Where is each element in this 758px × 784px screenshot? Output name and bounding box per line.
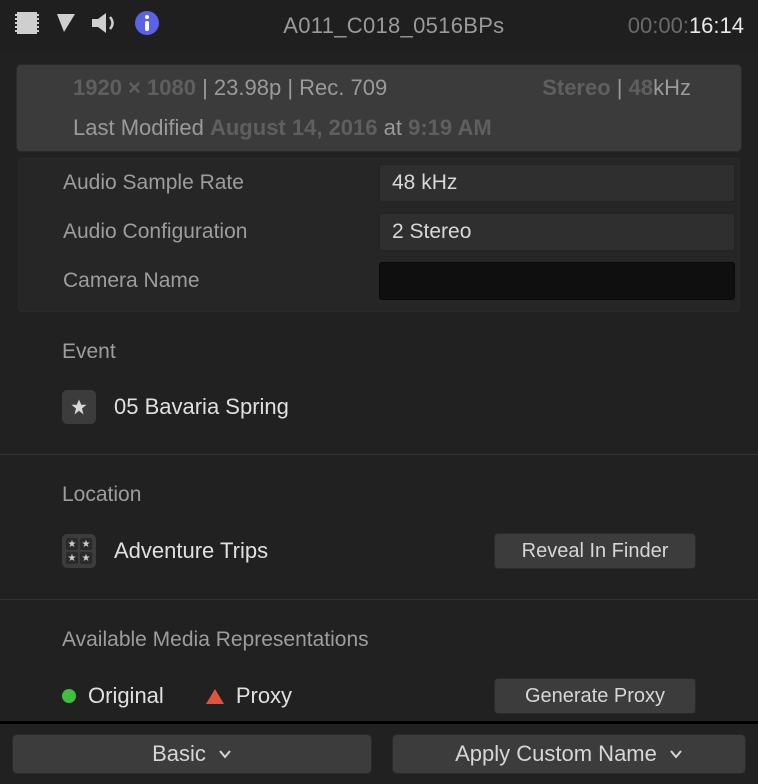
row-camera-name: Camera Name bbox=[19, 257, 739, 305]
event-name: 05 Bavaria Spring bbox=[114, 394, 289, 420]
inspector-topbar: A011_C018_0516BPs 00:00:16:14 bbox=[0, 0, 758, 52]
row-audio-config: Audio Configuration 2 Stereo bbox=[19, 208, 739, 257]
chevron-down-icon bbox=[218, 749, 232, 759]
summary-framerate: 23.98p bbox=[214, 75, 281, 100]
location-title: Location bbox=[62, 483, 696, 507]
input-camera-name[interactable] bbox=[379, 262, 735, 300]
label-audio-sample-rate: Audio Sample Rate bbox=[19, 159, 379, 207]
info-tab-icon[interactable] bbox=[134, 10, 160, 42]
event-row: 05 Bavaria Spring bbox=[62, 390, 289, 424]
event-star-icon bbox=[62, 390, 96, 424]
original-label: Original bbox=[88, 683, 164, 709]
property-list: Audio Sample Rate 48 kHz Audio Configura… bbox=[18, 158, 740, 312]
section-location: Location ★★★★ Adventure Trips Reveal In … bbox=[0, 455, 758, 600]
summary-resolution: 1920 × 1080 bbox=[73, 75, 196, 100]
location-name: Adventure Trips bbox=[114, 538, 268, 564]
chevron-down-icon bbox=[669, 749, 683, 759]
summary-audio-mode: Stereo bbox=[542, 75, 610, 100]
timecode-dim: 00:00: bbox=[628, 13, 689, 38]
label-camera-name: Camera Name bbox=[19, 257, 379, 305]
summary-audio-rate: 48 bbox=[629, 75, 653, 100]
summary-audio-unit: kHz bbox=[653, 75, 691, 100]
event-title: Event bbox=[62, 340, 696, 364]
generate-proxy-button[interactable]: Generate Proxy bbox=[494, 678, 696, 714]
value-audio-sample-rate[interactable]: 48 kHz bbox=[379, 164, 735, 202]
label-audio-config: Audio Configuration bbox=[19, 208, 379, 256]
metadata-view-label: Basic bbox=[152, 741, 206, 767]
inspector-bottombar: Basic Apply Custom Name bbox=[0, 721, 758, 784]
timecode-bright: 16:14 bbox=[689, 13, 744, 38]
summary-format-left: 1920 × 1080 | 23.98p | Rec. 709 bbox=[73, 75, 387, 101]
proxy-status-icon bbox=[206, 689, 224, 704]
video-tab-icon[interactable] bbox=[14, 12, 40, 40]
clip-name: A011_C018_0516BPs bbox=[160, 13, 628, 39]
apply-custom-name-dropdown[interactable]: Apply Custom Name bbox=[392, 734, 746, 774]
section-event: Event 05 Bavaria Spring bbox=[0, 312, 758, 455]
audio-tab-icon[interactable] bbox=[92, 11, 120, 41]
summary-format-row: 1920 × 1080 | 23.98p | Rec. 709 Stereo |… bbox=[17, 65, 741, 111]
media-status-line: Original Proxy bbox=[62, 683, 292, 709]
timecode-display: 00:00:16:14 bbox=[628, 13, 744, 39]
summary-colorspace: Rec. 709 bbox=[299, 75, 387, 100]
library-icon: ★★★★ bbox=[62, 534, 96, 568]
reveal-in-finder-button[interactable]: Reveal In Finder bbox=[494, 533, 696, 569]
media-title: Available Media Representations bbox=[62, 628, 696, 652]
clip-summary-box: 1920 × 1080 | 23.98p | Rec. 709 Stereo |… bbox=[16, 64, 742, 152]
row-audio-sample-rate: Audio Sample Rate 48 kHz bbox=[19, 159, 739, 208]
topbar-icon-group bbox=[14, 10, 160, 42]
location-row: ★★★★ Adventure Trips bbox=[62, 534, 268, 568]
summary-modified-row: Last Modified August 14, 2016 at 9:19 AM bbox=[17, 111, 741, 151]
apply-custom-name-label: Apply Custom Name bbox=[455, 741, 657, 767]
original-status-icon bbox=[62, 689, 76, 703]
color-tab-icon[interactable] bbox=[54, 11, 78, 41]
summary-audio-right: Stereo | 48kHz bbox=[542, 75, 691, 101]
summary-modified: Last Modified August 14, 2016 at 9:19 AM bbox=[73, 115, 492, 141]
metadata-view-dropdown[interactable]: Basic bbox=[12, 734, 372, 774]
proxy-label: Proxy bbox=[236, 683, 292, 709]
value-audio-config[interactable]: 2 Stereo bbox=[379, 213, 735, 251]
